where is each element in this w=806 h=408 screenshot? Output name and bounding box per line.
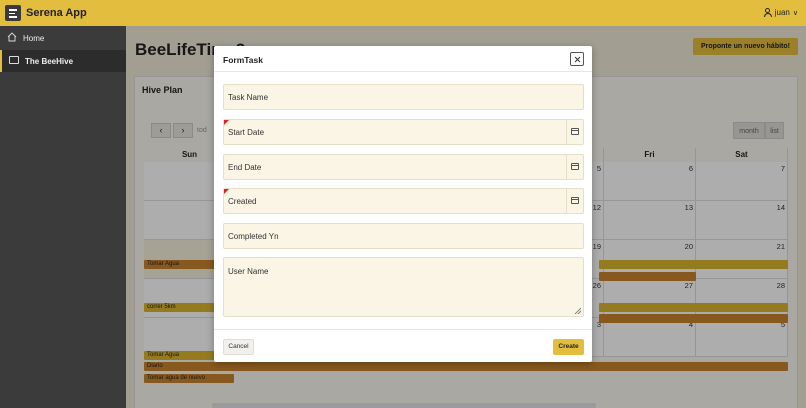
required-marker-icon (224, 120, 229, 125)
end-date-label: End Date (228, 163, 262, 172)
grid-icon (9, 56, 19, 64)
sidebar-item-home[interactable]: Home (0, 27, 126, 49)
chevron-down-icon: ∨ (792, 9, 798, 17)
user-menu[interactable]: juan ∨ (763, 8, 798, 17)
form-task-dialog: FormTask Task Name Start Date End Date C… (214, 46, 592, 362)
calendar-icon (571, 163, 579, 170)
dialog-header: FormTask (214, 46, 592, 72)
app-title: Serena App (26, 7, 87, 19)
menu-icon[interactable] (5, 5, 21, 21)
user-name: juan (774, 8, 790, 17)
completed-yn-label: Completed Yn (228, 232, 279, 241)
dialog-title: FormTask (223, 55, 263, 65)
user-icon (763, 8, 772, 17)
created-picker-button[interactable] (566, 189, 583, 213)
sidebar-item-label: Home (23, 34, 45, 43)
user-name-field[interactable]: User Name (223, 257, 584, 317)
user-name-label: User Name (228, 267, 269, 276)
create-button[interactable]: Create (553, 339, 584, 355)
sidebar-item-label: The BeeHive (25, 57, 74, 66)
start-date-picker-button[interactable] (566, 120, 583, 144)
home-icon (7, 32, 17, 42)
sidebar-item-beehive[interactable]: The BeeHive (0, 50, 126, 72)
completed-yn-field[interactable]: Completed Yn (223, 223, 584, 249)
end-date-picker-button[interactable] (566, 155, 583, 179)
cancel-button[interactable]: Cancel (223, 339, 254, 355)
dialog-footer: Cancel Create (214, 329, 592, 362)
close-button[interactable] (570, 52, 584, 66)
end-date-field[interactable]: End Date (223, 154, 584, 180)
created-field[interactable]: Created (223, 188, 584, 214)
task-name-field[interactable]: Task Name (223, 84, 584, 110)
start-date-field[interactable]: Start Date (223, 119, 584, 145)
app-header: Serena App juan ∨ (0, 0, 806, 26)
created-label: Created (228, 197, 257, 206)
calendar-icon (571, 197, 579, 204)
required-marker-icon (224, 189, 229, 194)
horizontal-scrollbar[interactable] (212, 403, 596, 408)
task-name-label: Task Name (228, 93, 269, 102)
resize-handle-icon[interactable] (575, 308, 581, 314)
calendar-icon (571, 128, 579, 135)
sidebar: Home The BeeHive (0, 26, 126, 408)
start-date-label: Start Date (228, 128, 265, 137)
